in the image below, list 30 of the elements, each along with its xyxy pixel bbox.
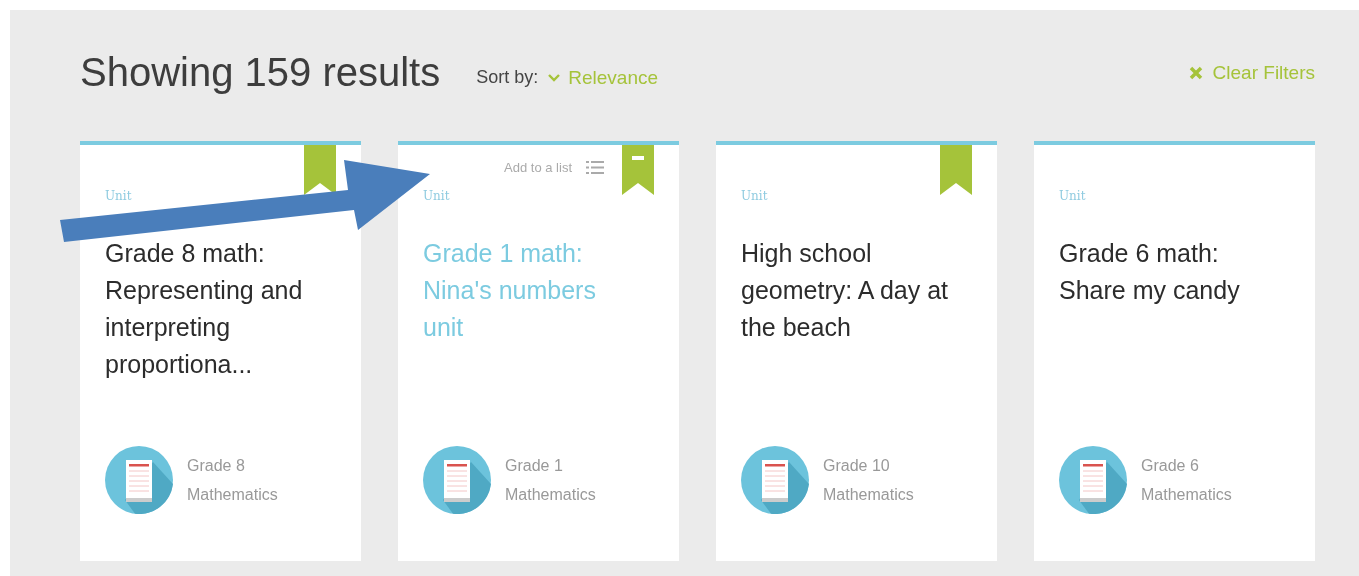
bookmark-icon[interactable] <box>304 145 336 195</box>
grade-label: Grade 6 <box>1141 456 1200 475</box>
document-icon <box>1059 446 1127 514</box>
card-title[interactable]: Grade 8 math: Representing and interpreting proportiona... <box>105 235 315 395</box>
document-icon <box>105 446 173 514</box>
sort-label: Sort by: <box>476 67 539 88</box>
bookmark-icon[interactable] <box>622 145 654 195</box>
document-icon <box>423 446 491 514</box>
card-title[interactable]: High school geometry: A day at the beach <box>741 235 951 395</box>
unit-card[interactable]: Unit Grade 6 math: Share my candy Grade 6 Mathematics <box>1034 141 1315 561</box>
grade-label: Grade 1 <box>505 456 564 475</box>
results-heading: Showing 159 results <box>80 50 441 95</box>
list-icon[interactable] <box>586 161 604 174</box>
subject-label: Mathematics <box>823 485 914 504</box>
type-label: Unit <box>423 189 450 203</box>
subject-label: Mathematics <box>1141 485 1232 504</box>
type-label: Unit <box>741 189 768 203</box>
type-label: Unit <box>1059 189 1086 203</box>
close-icon <box>1188 65 1203 80</box>
type-label: Unit <box>105 189 132 203</box>
document-icon <box>741 446 809 514</box>
unit-card[interactable]: Unit Grade 8 math: Representing and interpreting proportiona... Grade 8 Mathematics <box>80 141 361 561</box>
grade-label: Grade 8 <box>187 456 246 475</box>
subject-label: Mathematics <box>187 485 278 504</box>
chevron-icon <box>548 73 561 82</box>
unit-card[interactable]: Unit High school geometry: A day at the beach Grade 10 Mathematics <box>716 141 997 561</box>
subject-label: Mathematics <box>505 485 596 504</box>
bookmark-icon[interactable] <box>940 145 972 195</box>
card-title[interactable]: Grade 6 math: Share my candy <box>1059 235 1269 395</box>
grade-label: Grade 10 <box>823 456 891 475</box>
